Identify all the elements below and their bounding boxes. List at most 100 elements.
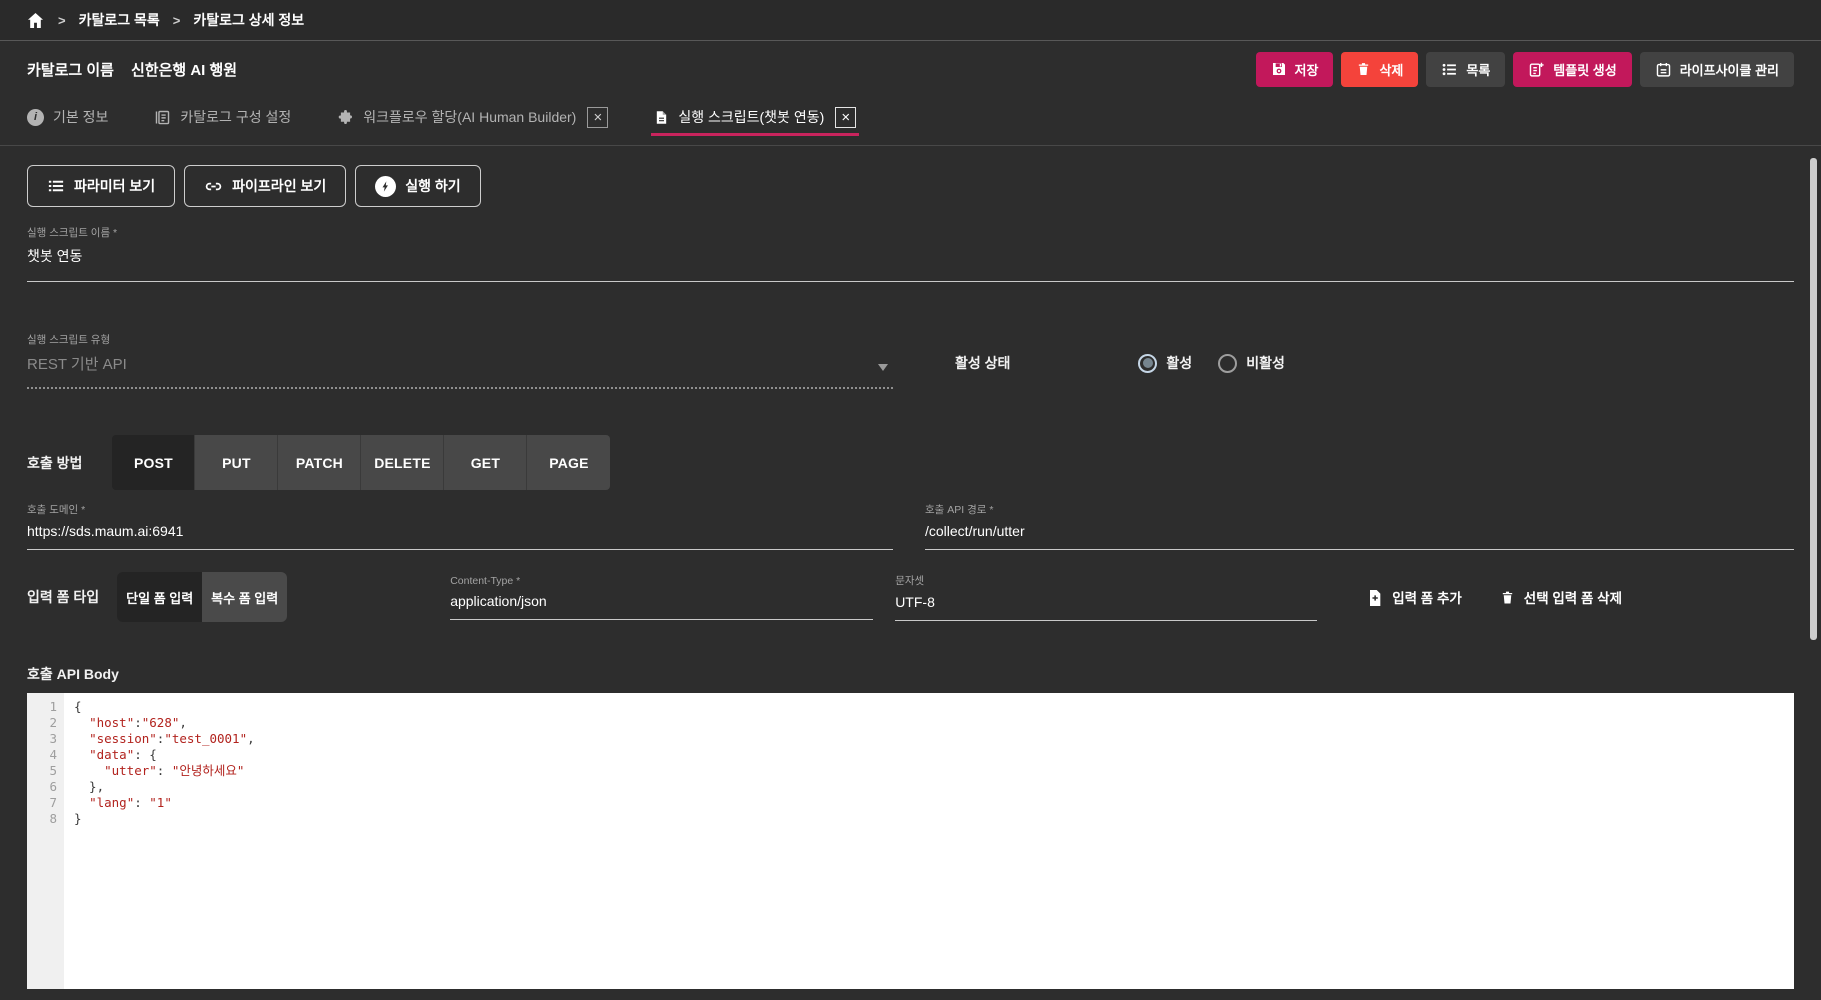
api-body-section: 호출 API Body 12345678 { "host":"628", "se…	[27, 664, 1794, 989]
add-input-form-label: 입력 폼 추가	[1392, 587, 1462, 607]
tab-label: 워크플로우 할당(AI Human Builder)	[363, 107, 576, 127]
call-method-toggle: POST PUT PATCH DELETE GET PAGE	[112, 435, 610, 490]
api-path-label: 호출 API 경로 *	[925, 502, 1794, 517]
parameter-list-icon	[47, 177, 65, 195]
script-name-field[interactable]: 실행 스크립트 이름 * 챗봇 연동	[27, 225, 1794, 282]
method-option-get[interactable]: GET	[444, 435, 527, 490]
script-type-select[interactable]: 실행 스크립트 유형 REST 기반 API	[27, 332, 893, 389]
list-icon	[1441, 61, 1458, 78]
file-plus-icon	[1367, 588, 1383, 606]
add-input-form-button[interactable]: 입력 폼 추가	[1367, 587, 1462, 607]
line-number: 1	[27, 699, 57, 715]
content-type-field[interactable]: Content-Type * application/json	[450, 575, 873, 620]
method-option-delete[interactable]: DELETE	[361, 435, 444, 490]
delete-button-label: 삭제	[1379, 60, 1403, 79]
close-tab-icon[interactable]: ×	[587, 107, 608, 128]
tab-label: 카탈로그 구성 설정	[180, 107, 291, 127]
charset-field[interactable]: 문자셋 UTF-8	[895, 573, 1317, 621]
save-button[interactable]: 저장	[1256, 52, 1334, 87]
charset-label: 문자셋	[895, 573, 1317, 588]
method-option-patch[interactable]: PATCH	[278, 435, 361, 490]
code-line: },	[74, 779, 255, 795]
form-option-multi[interactable]: 복수 폼 입력	[202, 572, 287, 622]
method-option-page[interactable]: PAGE	[527, 435, 610, 490]
view-parameters-button[interactable]: 파라미터 보기	[27, 165, 175, 207]
call-domain-label: 호출 도메인 *	[27, 502, 893, 517]
close-tab-icon[interactable]: ×	[835, 107, 856, 128]
input-form-row: 입력 폼 타입 단일 폼 입력 복수 폼 입력 Content-Type * a…	[27, 572, 1794, 622]
link-icon	[204, 177, 223, 196]
api-path-field[interactable]: 호출 API 경로 * /collect/run/utter	[925, 502, 1794, 550]
run-label: 실행 하기	[405, 176, 460, 196]
delete-input-form-button[interactable]: 선택 입력 폼 삭제	[1500, 587, 1622, 607]
page-header: 카탈로그 이름 신한은행 AI 행원 저장 삭제 목록	[0, 41, 1821, 97]
content-type-value: application/json	[450, 593, 873, 609]
radio-option-label: 활성	[1166, 353, 1192, 373]
call-domain-value: https://sds.maum.ai:6941	[27, 523, 893, 539]
lifecycle-button-label: 라이프사이클 관리	[1680, 60, 1779, 79]
tab-divider	[0, 145, 1821, 146]
document-list-icon	[154, 109, 171, 126]
tab-bar: i 기본 정보 카탈로그 구성 설정 워크플로우 할당(AI Human Bui…	[0, 100, 1821, 134]
script-type-row: 실행 스크립트 유형 REST 기반 API 활성 상태 활성 비활성	[27, 332, 1794, 389]
code-line: "data": {	[74, 747, 255, 763]
method-option-post[interactable]: POST	[112, 435, 195, 490]
input-form-type-label: 입력 폼 타입	[27, 587, 99, 607]
trash-icon	[1356, 61, 1371, 77]
script-type-value: REST 기반 API	[27, 353, 893, 374]
line-number: 8	[27, 811, 57, 827]
home-icon[interactable]	[26, 11, 45, 30]
delete-button[interactable]: 삭제	[1341, 52, 1418, 87]
line-number: 3	[27, 731, 57, 747]
radio-option-active[interactable]: 활성	[1138, 353, 1192, 373]
template-plus-icon	[1528, 61, 1545, 78]
code-editor[interactable]: 12345678 { "host":"628", "session":"test…	[27, 693, 1794, 989]
list-button-label: 목록	[1466, 60, 1490, 79]
tab-basic-info[interactable]: i 기본 정보	[27, 107, 108, 127]
editor-code: { "host":"628", "session":"test_0001", "…	[64, 693, 255, 989]
breadcrumb-item-catalog-detail: 카탈로그 상세 정보	[193, 10, 304, 30]
form-option-single[interactable]: 단일 폼 입력	[117, 572, 202, 622]
content-type-label: Content-Type *	[450, 575, 873, 587]
vertical-scrollbar[interactable]	[1810, 158, 1817, 640]
input-form-type-toggle: 단일 폼 입력 복수 폼 입력	[117, 572, 287, 622]
method-option-put[interactable]: PUT	[195, 435, 278, 490]
tab-workflow-assignment[interactable]: 워크플로우 할당(AI Human Builder) ×	[337, 107, 608, 128]
line-number: 6	[27, 779, 57, 795]
code-line: "host":"628",	[74, 715, 255, 731]
breadcrumb-separator-icon: >	[173, 13, 181, 28]
radio-selected-icon	[1138, 354, 1157, 373]
trash-icon	[1500, 589, 1515, 606]
call-domain-field[interactable]: 호출 도메인 * https://sds.maum.ai:6941	[27, 502, 893, 550]
api-body-label: 호출 API Body	[27, 664, 1794, 684]
line-number: 2	[27, 715, 57, 731]
code-line: "utter": "안녕하세요"	[74, 763, 255, 779]
line-number: 5	[27, 763, 57, 779]
save-icon	[1271, 61, 1287, 77]
tab-catalog-config[interactable]: 카탈로그 구성 설정	[154, 107, 291, 127]
lifecycle-button[interactable]: 라이프사이클 관리	[1640, 52, 1794, 87]
code-line: {	[74, 699, 255, 715]
delete-input-form-label: 선택 입력 폼 삭제	[1524, 587, 1622, 607]
code-line: }	[74, 811, 255, 827]
list-button[interactable]: 목록	[1426, 52, 1505, 87]
code-line: "session":"test_0001",	[74, 731, 255, 747]
breadcrumb-item-catalog-list[interactable]: 카탈로그 목록	[79, 10, 160, 30]
radio-unselected-icon	[1218, 354, 1237, 373]
file-icon	[654, 109, 669, 126]
line-number: 7	[27, 795, 57, 811]
run-button[interactable]: 실행 하기	[355, 165, 480, 207]
view-pipeline-button[interactable]: 파이프라인 보기	[184, 165, 346, 207]
line-number: 4	[27, 747, 57, 763]
view-parameters-label: 파라미터 보기	[74, 176, 155, 196]
radio-option-label: 비활성	[1246, 353, 1285, 373]
tab-run-script[interactable]: 실행 스크립트(챗봇 연동) ×	[654, 107, 856, 128]
breadcrumb-separator-icon: >	[58, 13, 66, 28]
script-type-label: 실행 스크립트 유형	[27, 332, 893, 347]
catalog-detail-page: > 카탈로그 목록 > 카탈로그 상세 정보 카탈로그 이름 신한은행 AI 행…	[0, 0, 1821, 1000]
puzzle-icon	[337, 109, 354, 126]
script-toolbar: 파라미터 보기 파이프라인 보기 실행 하기	[27, 165, 1794, 207]
save-button-label: 저장	[1295, 60, 1319, 79]
radio-option-inactive[interactable]: 비활성	[1218, 353, 1285, 373]
create-template-button[interactable]: 템플릿 생성	[1513, 52, 1631, 87]
